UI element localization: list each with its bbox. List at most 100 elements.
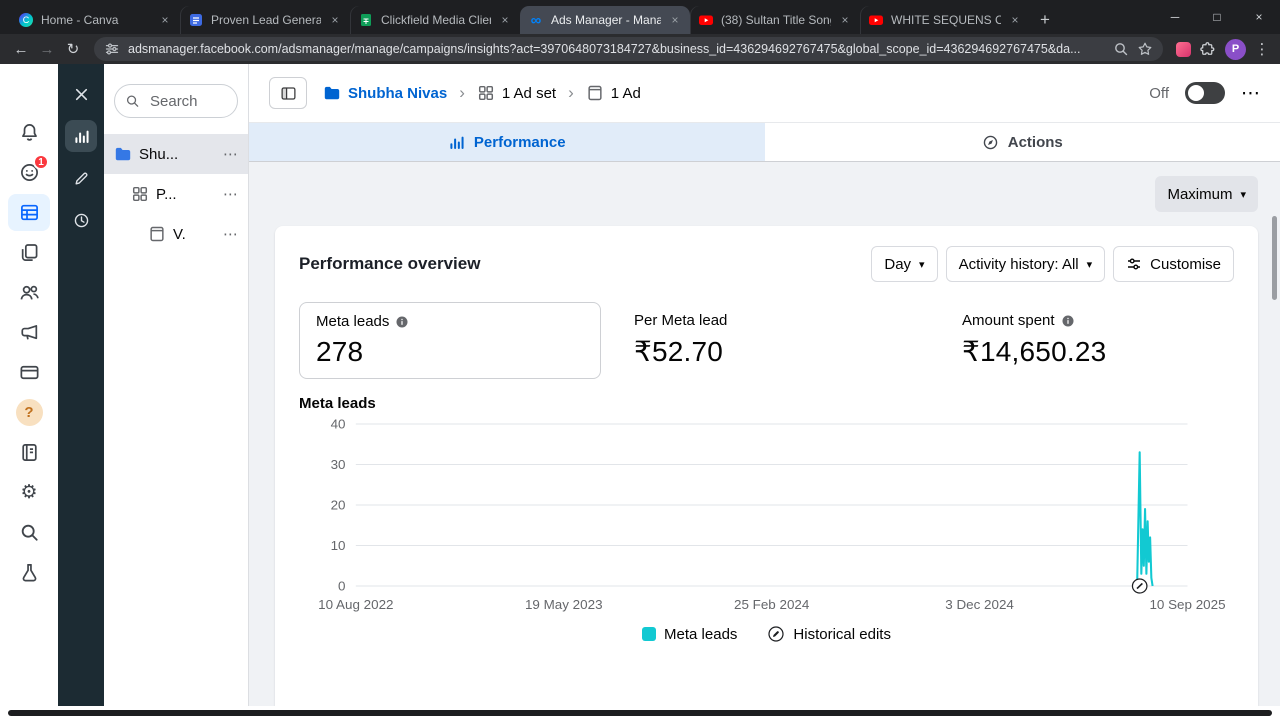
metric-meta-leads[interactable]: Meta leads 278 xyxy=(299,302,601,379)
tab-close-icon[interactable]: × xyxy=(668,13,682,27)
meta-rail-ad-center[interactable] xyxy=(8,314,50,351)
metric-label: Meta leads xyxy=(316,313,390,330)
tabs-container: CHome - Canva×Proven Lead Generation S×C… xyxy=(10,6,1030,34)
svg-text:40: 40 xyxy=(331,417,346,432)
tab-close-icon[interactable]: × xyxy=(838,13,852,27)
horizontal-scrollbar-thumb[interactable] xyxy=(8,710,1272,716)
meta-rail-global-search[interactable] xyxy=(8,514,50,551)
sidebar-item[interactable]: V. ⋯ xyxy=(104,214,248,254)
ad-status-toggle[interactable] xyxy=(1185,82,1225,104)
svg-text:3 Dec 2024: 3 Dec 2024 xyxy=(945,597,1014,612)
horizontal-scrollbar[interactable] xyxy=(0,706,1280,720)
extension-icon[interactable] xyxy=(1171,37,1195,61)
maximize-button[interactable]: □ xyxy=(1196,0,1238,34)
bar-chart-icon xyxy=(73,128,90,145)
breadcrumb-label: Shubha Nivas xyxy=(348,84,448,102)
browser-tab[interactable]: WHITE SEQUENS CUTDAN × xyxy=(860,6,1030,34)
vertical-scrollbar[interactable] xyxy=(1272,216,1277,300)
meta-rail-settings[interactable]: ⚙ xyxy=(8,474,50,511)
breadcrumb-separator: › xyxy=(459,83,465,102)
site-info-icon[interactable] xyxy=(104,41,120,57)
browser-tab[interactable]: Clickfield Media Clients - C × xyxy=(350,6,520,34)
pencil-icon xyxy=(73,170,90,187)
search-icon xyxy=(125,92,143,110)
maximum-dropdown[interactable]: Maximum ▾ xyxy=(1155,176,1258,212)
reload-button[interactable]: ↻ xyxy=(60,37,86,61)
search-icon xyxy=(19,522,40,543)
bookmark-star-icon[interactable] xyxy=(1137,41,1153,57)
meta-rail-test-lab[interactable] xyxy=(8,554,50,591)
back-button[interactable]: ← xyxy=(8,37,34,61)
nav-rail-campaigns-view[interactable] xyxy=(65,120,97,152)
breadcrumb-shubha-nivas[interactable]: Shubha Nivas xyxy=(323,84,447,102)
minimize-button[interactable]: ─ xyxy=(1154,0,1196,34)
nav-rail-edit-view[interactable] xyxy=(65,162,97,194)
metric-label-row: Meta leads xyxy=(316,313,584,330)
tab-close-icon[interactable]: × xyxy=(498,13,512,27)
sidebar-toggle-button[interactable] xyxy=(269,77,307,109)
legend-label: Historical edits xyxy=(793,625,891,643)
more-options-icon[interactable]: ⋯ xyxy=(223,225,238,243)
tab-close-icon[interactable]: × xyxy=(158,13,172,27)
tab-actions[interactable]: Actions xyxy=(765,123,1280,161)
more-options-icon[interactable]: ⋯ xyxy=(223,145,238,163)
profile-avatar[interactable]: P xyxy=(1225,38,1246,60)
sidebar-search-input[interactable]: Search xyxy=(114,84,238,118)
meta-leads-chart: 0 10 20 30 40 10 Aug 2022 19 May 2023 25 Feb 20… xyxy=(318,417,1225,612)
breadcrumb-1-ad[interactable]: 1 Ad xyxy=(586,84,641,102)
forward-button[interactable]: → xyxy=(34,37,60,61)
browser-tab[interactable]: (38) Sultan Title Song | Sal × xyxy=(690,6,860,34)
sidebar-item[interactable]: P... ⋯ xyxy=(104,174,248,214)
caret-down-icon: ▾ xyxy=(1086,258,1093,271)
meta-rail-account[interactable]: 1 xyxy=(8,154,50,191)
more-options-icon[interactable]: ⋯ xyxy=(223,185,238,203)
meta-rail-business-tools[interactable] xyxy=(8,434,50,471)
button-label: Day xyxy=(884,255,912,273)
info-icon[interactable] xyxy=(395,315,409,329)
meta-rail-meta-home[interactable] xyxy=(8,74,50,111)
tab-title: Clickfield Media Clients - C xyxy=(381,13,491,27)
folder-icon xyxy=(323,84,341,102)
metric-amount-spent[interactable]: Amount spent ₹14,650.23 xyxy=(946,302,1122,379)
puzzle-extensions-icon[interactable] xyxy=(1195,37,1219,61)
info-icon[interactable] xyxy=(1061,314,1075,328)
sidebar-item-label: P... xyxy=(156,185,177,203)
customise-button[interactable]: Customise xyxy=(1113,246,1234,282)
meta-rail-business-users[interactable] xyxy=(8,274,50,311)
sidebar-item[interactable]: Shu... ⋯ xyxy=(104,134,248,174)
tab-close-icon[interactable]: × xyxy=(328,13,342,27)
tab-close-icon[interactable]: × xyxy=(1008,13,1022,27)
activity-history-all-button[interactable]: Activity history: All ▾ xyxy=(945,246,1106,282)
breadcrumb-1-ad-set[interactable]: 1 Ad set xyxy=(477,84,556,102)
browser-tab[interactable]: C Home - Canva × xyxy=(10,6,180,34)
meta-rail-notifications[interactable] xyxy=(8,114,50,151)
day-button[interactable]: Day ▾ xyxy=(871,246,938,282)
metric-label-row: Per Meta lead xyxy=(634,312,913,329)
nav-rail-close-panel[interactable] xyxy=(65,78,97,110)
meta-rail-ads-reporting[interactable] xyxy=(8,194,50,231)
browser-tab[interactable]: ∞ Ads Manager - Manage ad × xyxy=(520,6,690,34)
compass-icon xyxy=(982,134,999,151)
tab-performance[interactable]: Performance xyxy=(249,123,765,161)
metric-label-row: Amount spent xyxy=(962,312,1106,329)
extension-pink-icon xyxy=(1175,41,1191,57)
flask-icon xyxy=(19,562,40,583)
tab-label: Actions xyxy=(1007,133,1063,151)
browser-menu-icon[interactable]: ⋮ xyxy=(1252,40,1272,58)
new-tab-button[interactable]: + xyxy=(1030,6,1060,34)
zoom-icon[interactable] xyxy=(1113,41,1129,57)
nav-rail-history-view[interactable] xyxy=(65,204,97,236)
meta-rail-billing[interactable] xyxy=(8,354,50,391)
metric-per-meta-lead[interactable]: Per Meta lead ₹52.70 xyxy=(618,302,929,379)
svg-text:30: 30 xyxy=(331,457,346,472)
browser-tab[interactable]: Proven Lead Generation S × xyxy=(180,6,350,34)
tab-favicon-canva: C xyxy=(18,12,34,28)
meta-rail-pages[interactable] xyxy=(8,234,50,271)
close-window-button[interactable]: × xyxy=(1238,0,1280,34)
address-bar[interactable]: adsmanager.facebook.com/adsmanager/manag… xyxy=(94,37,1163,61)
card-title: Performance overview xyxy=(299,254,481,273)
caret-down-icon: ▾ xyxy=(1240,188,1246,201)
breadcrumb: Shubha Nivas › 1 Ad set › 1 Ad xyxy=(323,83,641,103)
more-menu-icon[interactable]: ⋯ xyxy=(1241,82,1260,105)
meta-rail-help[interactable]: ? xyxy=(8,394,50,431)
